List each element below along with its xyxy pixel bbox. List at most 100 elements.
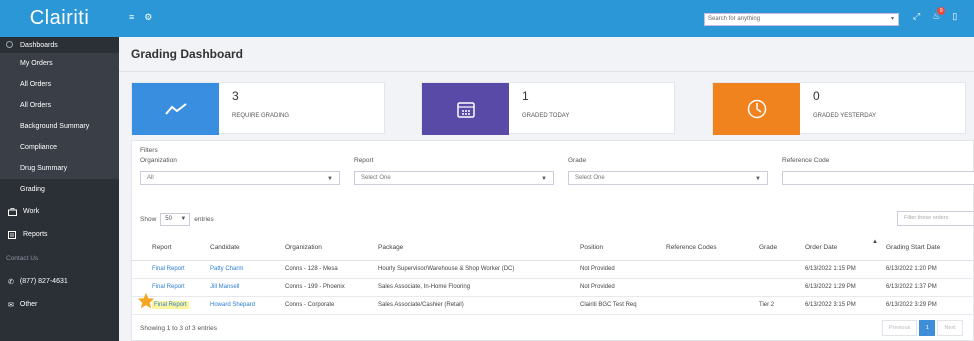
- sidebar-item-compliance[interactable]: Compliance: [0, 137, 119, 158]
- main-content: Grading Dashboard 3 REQUIRE GRADING 1 GR…: [119, 37, 974, 341]
- chevron-down-icon: ▼: [180, 216, 187, 222]
- reports-icon: [8, 230, 16, 239]
- candidate-link[interactable]: Patty Charm: [210, 266, 243, 272]
- filter-report-label: Report: [354, 157, 374, 164]
- filter-grade-label: Grade: [568, 157, 587, 164]
- pagination: Previous 1 Next: [882, 320, 963, 336]
- column-header[interactable]: Order Date: [805, 244, 837, 251]
- search-input[interactable]: Search for anything ▾: [704, 13, 899, 26]
- card-graded-yesterday[interactable]: 0 GRADED YESTERDAY: [712, 82, 966, 135]
- card-icon-box: [132, 83, 219, 135]
- cell-order-date: 6/13/2022 3:15 PM: [805, 302, 856, 308]
- cell-position: Not Provided: [580, 266, 615, 272]
- clock-icon: [747, 99, 766, 119]
- cell-position: Clairiti BGC Test Req: [580, 302, 637, 308]
- sidebar-item-all-orders-2[interactable]: All Orders: [0, 95, 119, 116]
- cell-grading-start: 6/13/2022 3:29 PM: [886, 302, 937, 308]
- candidate-link[interactable]: Jill Mansell: [210, 284, 239, 290]
- sidebar-item-label: Reports: [23, 231, 48, 238]
- card-count: 0: [813, 89, 820, 103]
- calendar-icon: [456, 102, 475, 118]
- organization-select-value: All: [147, 175, 154, 181]
- card-icon-box: [422, 83, 509, 135]
- column-header[interactable]: Reference Codes: [666, 244, 717, 251]
- grade-select-value: Select One: [575, 175, 605, 181]
- column-header[interactable]: Grade: [759, 244, 777, 251]
- search-dropdown-icon[interactable]: ▾: [891, 14, 894, 25]
- filter-reference-code-label: Reference Code: [782, 157, 830, 164]
- expand-icon[interactable]: ⤢: [913, 11, 920, 22]
- entries-select[interactable]: 50 ▼: [160, 213, 191, 226]
- highlighted-report-link[interactable]: Final Report: [152, 301, 189, 309]
- search-placeholder: Search for anything: [708, 16, 761, 22]
- show-label: Show: [140, 216, 157, 223]
- report-link[interactable]: Final Report: [152, 284, 185, 290]
- reference-code-input[interactable]: [782, 171, 974, 185]
- table-row: Final Report Jill Mansell Conns - 199 - …: [132, 279, 974, 297]
- cell-package: Sales Associate/Cashier (Retail): [378, 302, 464, 308]
- cell-order-date: 6/13/2022 1:15 PM: [805, 266, 856, 272]
- app-logo[interactable]: Clairiti: [0, 0, 119, 37]
- sidebar-contact-heading: Contact Us: [0, 246, 119, 270]
- column-header[interactable]: Organization: [285, 244, 322, 251]
- sidebar-item-phone[interactable]: ✆ (877) 827-4631: [0, 270, 119, 293]
- column-header[interactable]: Package: [378, 244, 403, 251]
- pagination-next[interactable]: Next: [937, 320, 963, 336]
- report-link[interactable]: Final Report: [152, 301, 189, 309]
- sidebar-item-all-orders[interactable]: All Orders: [0, 74, 119, 95]
- table-row: Final Report Howard Shepard Conns - Corp…: [132, 292, 974, 315]
- sidebar-item-dashboards[interactable]: Dashboards: [0, 37, 119, 53]
- organization-select[interactable]: All ▼: [140, 171, 340, 185]
- logout-icon[interactable]: ▯: [952, 11, 957, 22]
- cell-position: Not Provided: [580, 284, 615, 290]
- sidebar-item-work[interactable]: Work: [0, 200, 119, 223]
- candidate-link[interactable]: Howard Shepard: [210, 302, 255, 308]
- entries-control: Show 50 ▼ entries: [140, 213, 214, 226]
- sidebar-item-my-orders[interactable]: My Orders: [0, 53, 119, 74]
- cell-package: Sales Associate, In-Home Flooring: [378, 284, 471, 290]
- filter-orders-input[interactable]: Filter these orders: [897, 211, 974, 226]
- notification-badge: 9: [937, 7, 946, 15]
- sidebar-item-grading[interactable]: Grading: [0, 179, 119, 200]
- grade-select[interactable]: Select One ▼: [568, 171, 768, 185]
- menu-icon[interactable]: ≡: [129, 12, 134, 23]
- card-require-grading[interactable]: 3 REQUIRE GRADING: [131, 82, 385, 135]
- briefcase-icon: [8, 207, 17, 216]
- page-title: Grading Dashboard: [131, 47, 244, 61]
- chevron-down-icon: ▼: [327, 176, 333, 182]
- chevron-down-icon: ▼: [755, 176, 761, 182]
- cell-package: Hourly Supervisor/Warehouse & Shop Worke…: [378, 266, 515, 272]
- notification-bell-icon[interactable]: ♨ 9: [932, 7, 946, 22]
- table-info: Showing 1 to 3 of 3 entries: [140, 325, 217, 332]
- cell-order-date: 6/13/2022 1:29 PM: [805, 284, 856, 290]
- sidebar-item-label: Work: [23, 208, 40, 215]
- sidebar-item-other[interactable]: ✉ Other: [0, 293, 119, 316]
- settings-icon[interactable]: ⚙: [144, 12, 152, 23]
- cell-organization: Conns - Corporate: [285, 302, 335, 308]
- table-row: Final Report Patty Charm Conns - 128 - M…: [132, 261, 974, 279]
- filters-title: Filters: [140, 147, 158, 154]
- entries-select-value: 50: [165, 216, 172, 222]
- column-header[interactable]: Position: [580, 244, 603, 251]
- column-header[interactable]: Candidate: [210, 244, 240, 251]
- pagination-previous[interactable]: Previous: [882, 320, 918, 336]
- phone-icon: ✆: [8, 278, 14, 286]
- column-header[interactable]: Report: [152, 244, 172, 251]
- sidebar-item-background-summary[interactable]: Background Summary: [0, 116, 119, 137]
- sidebar-item-reports[interactable]: Reports: [0, 223, 119, 246]
- orders-panel: Filters Organization Report Grade Refere…: [131, 140, 974, 341]
- cell-organization: Conns - 128 - Mesa: [285, 266, 338, 272]
- report-select-value: Select One: [361, 175, 391, 181]
- report-link[interactable]: Final Report: [152, 266, 185, 272]
- top-bar: ≡ ⚙ Search for anything ▾ ⤢ ♨ 9 ▯: [119, 0, 974, 37]
- card-graded-today[interactable]: 1 GRADED TODAY: [421, 82, 675, 135]
- trend-line-icon: [164, 103, 187, 115]
- filter-organization-label: Organization: [140, 157, 177, 164]
- dashboard-icon: [6, 41, 13, 48]
- report-select[interactable]: Select One ▼: [354, 171, 554, 185]
- pagination-page-1[interactable]: 1: [919, 320, 936, 336]
- column-header[interactable]: Grading Start Date: [886, 244, 940, 251]
- chevron-down-icon: ▼: [541, 176, 547, 182]
- divider: [119, 71, 974, 72]
- sidebar-item-drug-summary[interactable]: Drug Summary: [0, 158, 119, 179]
